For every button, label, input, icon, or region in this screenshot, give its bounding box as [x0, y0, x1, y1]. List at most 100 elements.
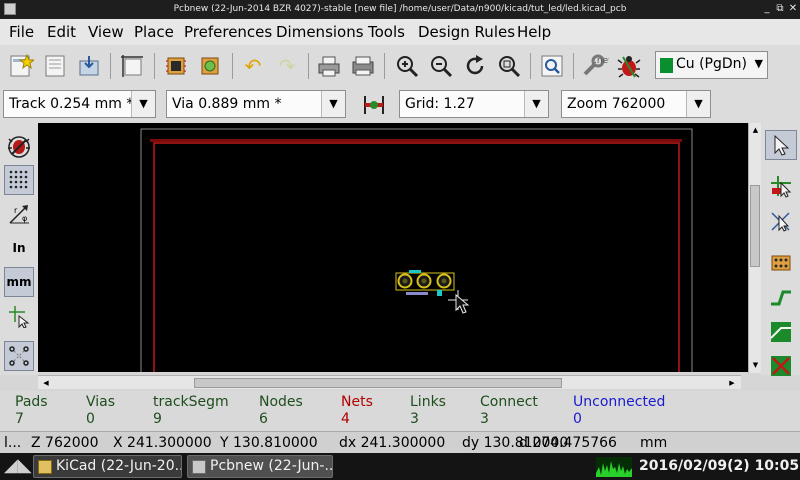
svg-text:r: r	[14, 206, 18, 215]
menu-edit[interactable]: Edit	[47, 23, 76, 41]
grid-value: Grid: 1.27	[405, 96, 475, 112]
start-menu-icon[interactable]: ◢◣	[4, 455, 32, 476]
zoom-select[interactable]: Zoom 762000 ▼	[561, 90, 711, 118]
polar-coords-icon[interactable]: rφ	[4, 199, 34, 229]
save-board-icon[interactable]	[74, 51, 104, 81]
scroll-up-arrow[interactable]: ▲	[750, 125, 761, 136]
redraw-icon[interactable]	[460, 51, 490, 81]
scroll-down-arrow[interactable]: ▼	[750, 360, 761, 371]
grid-select[interactable]: Grid: 1.27 ▼	[399, 90, 549, 118]
track-width-select[interactable]: Track 0.254 mm * ▼	[3, 90, 156, 118]
page-settings-icon[interactable]	[117, 51, 147, 81]
horizontal-scroll-thumb[interactable]	[194, 378, 562, 388]
close-button[interactable]: ✕	[787, 2, 799, 16]
msg-label: Nets	[341, 394, 373, 410]
status-zoom: Z 762000	[31, 435, 99, 451]
vertical-scrollbar[interactable]: ▲ ▼	[748, 123, 761, 373]
cursor-shape-icon[interactable]	[4, 301, 34, 331]
chevron-down-icon: ▼	[131, 91, 155, 117]
undo-icon[interactable]: ↶	[238, 51, 268, 81]
module-viewer-icon[interactable]	[195, 51, 225, 81]
mm-units-label: mm	[6, 275, 32, 289]
layer-select-value: Cu (PgDn)	[676, 56, 748, 72]
zoom-fit-icon[interactable]	[494, 51, 524, 81]
taskbar-item-pcbnew[interactable]: Pcbnew (22-Jun-...	[187, 455, 333, 478]
drc-off-icon[interactable]	[4, 131, 34, 161]
open-board-icon[interactable]	[40, 51, 70, 81]
scroll-right-arrow[interactable]: ▶	[726, 377, 738, 389]
msg-label: Vias	[86, 394, 116, 410]
zoom-out-icon[interactable]	[426, 51, 456, 81]
menu-preferences[interactable]: Preferences	[184, 23, 272, 41]
zoom-in-icon[interactable]	[392, 51, 422, 81]
print-icon[interactable]	[314, 51, 344, 81]
msg-value: 9	[153, 411, 162, 427]
vertical-scroll-thumb[interactable]	[750, 185, 760, 267]
right-toolbar	[761, 123, 800, 376]
msg-value: 0	[573, 411, 582, 427]
ratsnest-icon[interactable]	[4, 341, 34, 371]
menu-place[interactable]: Place	[134, 23, 174, 41]
menu-design-rules[interactable]: Design Rules	[418, 23, 515, 41]
menu-dimensions[interactable]: Dimensions	[276, 23, 364, 41]
select-tool-icon[interactable]	[765, 130, 797, 160]
msg-value: 6	[259, 411, 268, 427]
module-editor-icon[interactable]	[161, 51, 191, 81]
pcb-canvas[interactable]	[38, 123, 748, 372]
new-board-icon[interactable]	[6, 51, 36, 81]
menu-tools[interactable]: Tools	[368, 23, 405, 41]
options-toolbar: Track 0.254 mm * ▼ Via 0.889 mm * ▼ Grid…	[0, 87, 800, 123]
add-keepout-icon[interactable]	[765, 351, 797, 381]
msg-value: 7	[15, 411, 24, 427]
msg-label: Connect	[480, 394, 538, 410]
route-track-icon[interactable]	[765, 283, 797, 313]
taskbar-item-label: Pcbnew (22-Jun-...	[210, 458, 333, 474]
inch-units-label: In	[12, 241, 26, 255]
msg-label: trackSegm	[153, 394, 229, 410]
taskbar-clock: 2016/02/09(2) 10:05PM	[639, 458, 800, 474]
board-outline	[153, 142, 680, 372]
find-icon[interactable]	[537, 51, 567, 81]
toolbar-separator	[573, 53, 574, 79]
highlight-net-icon[interactable]	[765, 171, 797, 201]
led-footprint[interactable]	[395, 270, 455, 296]
show-grid-icon[interactable]	[4, 165, 34, 195]
track-width-value: Track 0.254 mm *	[9, 96, 134, 112]
msg-label: Nodes	[259, 394, 303, 410]
left-toolbar: rφ In mm	[0, 123, 38, 375]
msg-value: 4	[341, 411, 350, 427]
msg-connect: Connect 3	[480, 394, 538, 428]
zoom-value: Zoom 762000	[567, 96, 666, 112]
msg-track-segments: trackSegm 9	[153, 394, 229, 428]
auto-track-width-icon[interactable]	[359, 90, 389, 120]
chevron-down-icon: ▼	[686, 91, 710, 117]
menu-help[interactable]: Help	[517, 23, 551, 41]
window-title: Pcbnew (22-Jun-2014 BZR 4027)-stable [ne…	[173, 4, 627, 14]
status-y: Y 130.810000	[220, 435, 318, 451]
minimize-button[interactable]: _	[761, 2, 773, 16]
msg-nodes: Nodes 6	[259, 394, 303, 428]
drc-icon[interactable]	[614, 51, 644, 81]
menu-file[interactable]: File	[9, 23, 34, 41]
netlist-icon[interactable]: .net	[580, 51, 610, 81]
redo-icon[interactable]: ↷	[272, 51, 302, 81]
chevron-down-icon: ▼	[321, 91, 345, 117]
plot-icon[interactable]	[348, 51, 378, 81]
status-units: mm	[640, 435, 668, 451]
local-ratsnest-icon[interactable]	[765, 207, 797, 237]
taskbar-item-kicad[interactable]: KiCad (22-Jun-20...	[33, 455, 182, 478]
svg-text:φ: φ	[22, 214, 27, 223]
horizontal-scrollbar[interactable]: ◀ ▶	[38, 375, 741, 389]
inch-units-button[interactable]: In	[4, 233, 34, 263]
msg-label: Links	[410, 394, 446, 410]
menu-view[interactable]: View	[88, 23, 124, 41]
msg-value: 0	[86, 411, 95, 427]
maximize-button[interactable]: ⧉	[774, 2, 786, 16]
layer-select[interactable]: Cu (PgDn) ▼	[655, 51, 768, 79]
scroll-left-arrow[interactable]: ◀	[40, 377, 52, 389]
mm-units-button[interactable]: mm	[4, 267, 34, 297]
chevron-down-icon: ▼	[524, 91, 548, 117]
add-module-icon[interactable]	[765, 248, 797, 278]
via-size-select[interactable]: Via 0.889 mm * ▼	[166, 90, 346, 118]
add-zone-icon[interactable]	[765, 317, 797, 347]
